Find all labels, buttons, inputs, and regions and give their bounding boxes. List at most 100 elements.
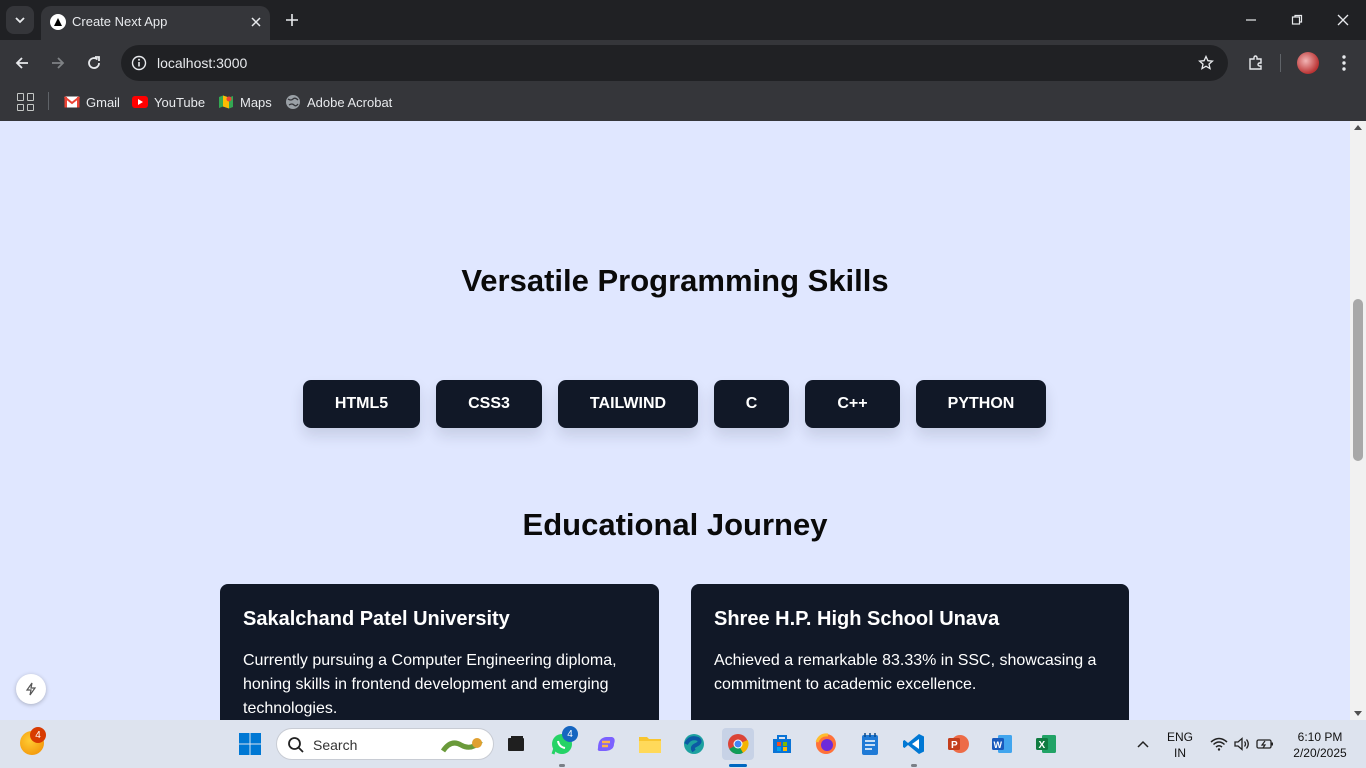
apps-grid-icon[interactable] [17, 93, 35, 111]
skill-badge: PYTHON [916, 380, 1046, 428]
arrow-left-icon [15, 57, 28, 69]
notepad-icon [862, 733, 878, 755]
education-card: Shree H.P. High School Unava Achieved a … [691, 584, 1129, 720]
bookmark-maps[interactable]: Maps [218, 91, 272, 113]
bookmarks-divider [48, 92, 49, 110]
skill-badge: HTML5 [303, 380, 420, 428]
kebab-menu-icon [1342, 55, 1346, 71]
edge-icon [684, 734, 704, 754]
search-icon [288, 737, 304, 753]
taskbar-search[interactable]: Search [276, 728, 494, 760]
close-window-button[interactable] [1320, 4, 1366, 36]
volume-icon [1234, 737, 1249, 751]
new-tab-button[interactable] [280, 8, 304, 32]
firefox-button[interactable] [810, 728, 842, 760]
vscode-icon [903, 734, 924, 754]
back-button[interactable] [8, 49, 36, 77]
wifi-icon [1210, 737, 1228, 751]
copilot-icon [597, 737, 615, 751]
forward-button[interactable] [44, 49, 72, 77]
page-viewport: Versatile Programming Skills HTML5 CSS3 … [0, 121, 1350, 720]
scroll-down-arrow-icon[interactable] [1354, 711, 1362, 716]
running-indicator [559, 764, 565, 767]
scroll-up-arrow-icon[interactable] [1354, 125, 1362, 130]
skill-badge: TAILWIND [558, 380, 698, 428]
notepad-button[interactable] [854, 728, 886, 760]
bookmark-label: YouTube [154, 94, 206, 110]
restore-button[interactable] [1274, 4, 1320, 36]
skill-badge: C++ [805, 380, 900, 428]
education-card-text: Achieved a remarkable 83.33% in SSC, sho… [714, 652, 1097, 693]
bookmark-label: Adobe Acrobat [307, 94, 393, 110]
bookmark-label: Maps [240, 94, 272, 110]
svg-text:P: P [951, 740, 958, 751]
lightning-icon [25, 682, 37, 696]
tab-title: Create Next App [72, 14, 168, 29]
chrome-button[interactable] [722, 728, 754, 760]
scrollbar-thumb[interactable] [1353, 299, 1363, 461]
tab-search-button[interactable] [6, 6, 34, 34]
quick-settings-button[interactable] [1204, 728, 1280, 760]
reload-button[interactable] [80, 49, 108, 77]
extensions-button[interactable] [1242, 49, 1270, 77]
chrome-menu-button[interactable] [1330, 49, 1358, 77]
clock-time: 6:10 PM [1297, 730, 1343, 744]
education-card: Sakalchand Patel University Currently pu… [220, 584, 659, 720]
maps-icon [218, 94, 234, 110]
bookmark-label: Gmail [86, 94, 120, 110]
minimize-button[interactable] [1228, 4, 1274, 36]
education-card-text: Currently pursuing a Computer Engineerin… [243, 652, 617, 717]
chevron-up-icon [1137, 740, 1149, 748]
site-info-icon[interactable] [129, 53, 149, 73]
firefox-icon [815, 733, 836, 754]
bookmarks-bar: Gmail YouTube Maps Adobe Acrobat [0, 86, 1366, 121]
education-heading: Educational Journey [522, 507, 828, 542]
minimize-icon [1246, 19, 1256, 21]
address-bar[interactable]: localhost:3000 [121, 45, 1228, 81]
youtube-icon [132, 94, 148, 110]
edge-button[interactable] [678, 728, 710, 760]
start-button[interactable] [234, 728, 266, 760]
svg-text:X: X [1039, 740, 1046, 751]
education-card-title: Sakalchand Patel University [243, 608, 510, 630]
language-code: ENG [1166, 730, 1193, 744]
skill-badge: CSS3 [436, 380, 542, 428]
browser-tab[interactable]: Create Next App [41, 6, 270, 40]
gmail-icon [64, 94, 80, 110]
folder-icon [639, 737, 661, 753]
reload-icon [88, 56, 100, 69]
copilot-button[interactable] [590, 728, 622, 760]
page-scrollbar[interactable] [1350, 121, 1366, 720]
word-button[interactable]: W [986, 728, 1018, 760]
clock[interactable]: 6:10 PM 2/20/2025 [1286, 729, 1354, 761]
url-text[interactable]: localhost:3000 [157, 55, 247, 71]
toolbar-divider [1280, 54, 1281, 72]
restore-icon [1291, 14, 1303, 25]
nextjs-favicon-icon [50, 14, 66, 30]
store-icon [773, 735, 791, 753]
globe-icon [285, 94, 301, 110]
bookmark-youtube[interactable]: YouTube [132, 91, 205, 113]
tab-close-icon[interactable] [246, 12, 266, 32]
running-indicator [911, 764, 917, 767]
task-view-button[interactable] [500, 728, 532, 760]
show-hidden-icons-button[interactable] [1127, 728, 1159, 760]
excel-button[interactable]: X [1030, 728, 1062, 760]
close-icon [1337, 14, 1349, 26]
vscode-button[interactable] [898, 728, 930, 760]
powerpoint-icon: P [948, 735, 969, 753]
profile-avatar[interactable] [1297, 52, 1319, 74]
nextjs-dev-indicator[interactable] [16, 674, 46, 704]
powerpoint-button[interactable]: P [942, 728, 974, 760]
battery-icon [1256, 739, 1273, 749]
file-explorer-button[interactable] [634, 728, 666, 760]
clock-date: 2/20/2025 [1293, 746, 1347, 760]
bookmark-gmail[interactable]: Gmail [64, 91, 120, 113]
bookmark-star-icon[interactable] [1196, 53, 1216, 73]
svg-text:W: W [994, 740, 1003, 750]
language-indicator[interactable]: ENG IN [1162, 729, 1198, 761]
skills-list: HTML5 CSS3 TAILWIND C C++ PYTHON [303, 380, 1046, 428]
bookmark-adobe-acrobat[interactable]: Adobe Acrobat [285, 91, 392, 113]
microsoft-store-button[interactable] [766, 728, 798, 760]
excel-icon: X [1036, 735, 1056, 753]
